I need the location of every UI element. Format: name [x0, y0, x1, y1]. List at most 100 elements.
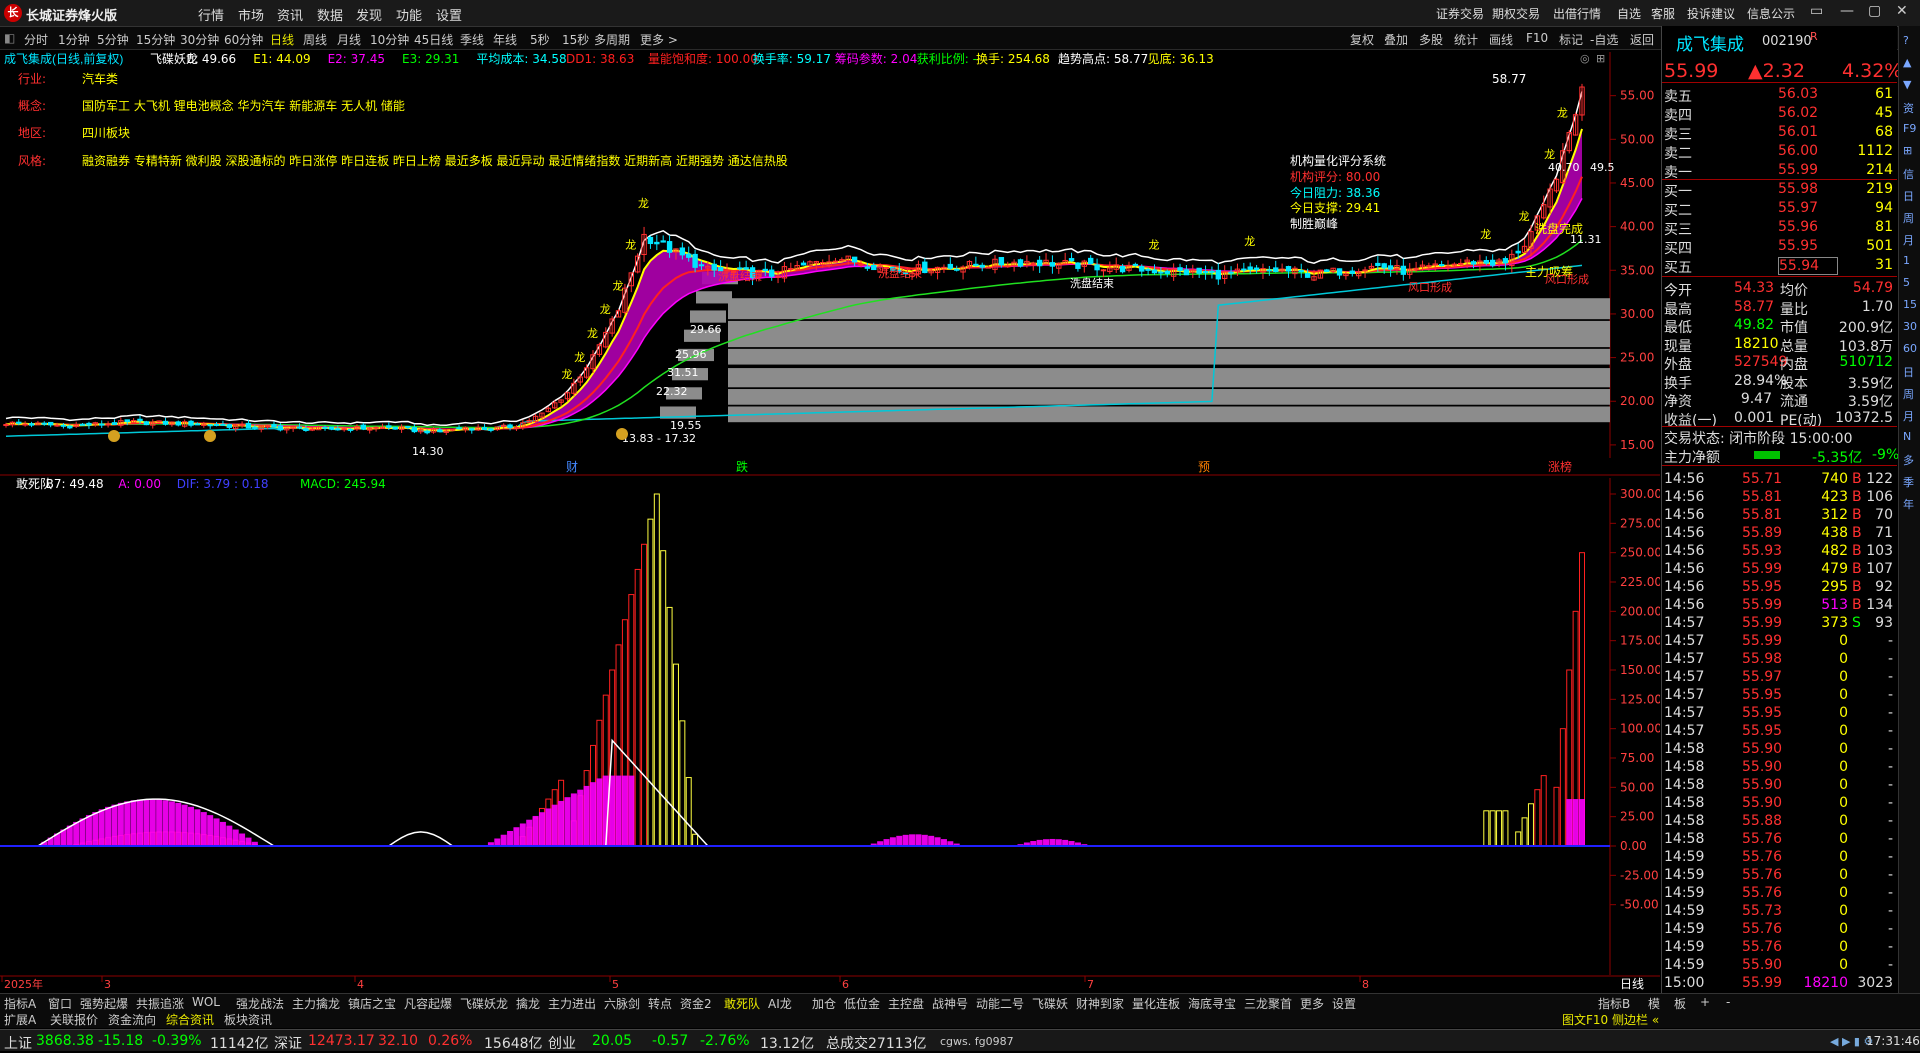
period-5min[interactable]: 5分钟 — [97, 31, 129, 48]
extension-tab[interactable]: 关联报价 — [50, 1011, 98, 1028]
side-tool-icon[interactable]: 信 — [1903, 166, 1914, 182]
period-15sec[interactable]: 15秒 — [562, 31, 589, 48]
side-tool-icon[interactable]: 月 — [1903, 232, 1914, 248]
tick-row[interactable]: 14:57 55.99 373 S 93 — [1662, 615, 1897, 633]
menu-complaint[interactable]: 投诉建议 — [1687, 5, 1735, 22]
side-tool-icon[interactable]: 多 — [1903, 452, 1914, 468]
book-row[interactable]: 买四 55.95 501 — [1662, 238, 1897, 257]
book-row[interactable]: 买二 55.97 94 — [1662, 200, 1897, 219]
event-drop[interactable]: 跌 — [736, 459, 748, 474]
tick-row[interactable]: 14:57 55.98 0 - — [1662, 651, 1897, 669]
menu-options-trade[interactable]: 期权交易 — [1492, 5, 1540, 22]
btn-adjust[interactable]: 复权 — [1350, 31, 1374, 48]
restore-icon[interactable]: ▭ — [1810, 3, 1823, 19]
menu-quotes[interactable]: 行情 — [198, 5, 224, 24]
extension-tab[interactable]: 综合资讯 — [166, 1011, 214, 1028]
minimize-icon[interactable]: — — [1840, 3, 1854, 19]
btn-multistock[interactable]: 多股 — [1419, 31, 1443, 48]
period-quarter[interactable]: 季线 — [460, 31, 484, 48]
tick-row[interactable]: 14:58 55.90 0 - — [1662, 741, 1897, 759]
book-row[interactable]: 卖二 56.00 1112 — [1662, 143, 1897, 162]
tick-row[interactable]: 14:56 55.81 423 B 106 — [1662, 489, 1897, 507]
btn-f10[interactable]: F10 — [1526, 31, 1548, 45]
book-row[interactable]: 买五 55.94 31 — [1662, 257, 1897, 276]
period-monthly[interactable]: 月线 — [337, 31, 361, 48]
tick-row[interactable]: 14:56 55.99 479 B 107 — [1662, 561, 1897, 579]
menu-news[interactable]: 资讯 — [277, 5, 303, 24]
btn-stats[interactable]: 统计 — [1454, 31, 1478, 48]
chart-area[interactable]: 成飞集成(日线,前复权) 飞碟妖龙E: 49.66 E1: 44.09 E2: 37… — [0, 50, 1660, 993]
period-multi[interactable]: 多周期 — [594, 31, 630, 48]
tick-row[interactable]: 14:59 55.76 0 - — [1662, 921, 1897, 939]
side-tool-icon[interactable]: 30 — [1903, 320, 1917, 333]
extension-tab[interactable]: 扩展A — [4, 1011, 36, 1028]
tick-row[interactable]: 14:56 55.93 482 B 103 — [1662, 543, 1897, 561]
tick-row[interactable]: 14:56 55.81 312 B 70 — [1662, 507, 1897, 525]
indicator-tab[interactable]: WOL — [192, 995, 220, 1009]
book-row[interactable]: 卖一 55.99 214 — [1662, 162, 1897, 181]
tick-row[interactable]: 14:57 55.99 0 - — [1662, 633, 1897, 651]
tick-row[interactable]: 14:57 55.95 0 - — [1662, 705, 1897, 723]
tick-row[interactable]: 14:57 55.97 0 - — [1662, 669, 1897, 687]
tick-row[interactable]: 14:59 55.73 0 - — [1662, 903, 1897, 921]
event-limit-list[interactable]: 涨榜 — [1548, 459, 1572, 474]
period-45day[interactable]: 45日线 — [414, 31, 453, 48]
extension-tab[interactable]: 资金流向 — [108, 1011, 156, 1028]
side-tool-icon[interactable]: ▼ — [1903, 78, 1911, 91]
tick-row[interactable]: 14:59 55.76 0 - — [1662, 867, 1897, 885]
book-row[interactable]: 卖三 56.01 68 — [1662, 124, 1897, 143]
tick-row[interactable]: 14:58 55.76 0 - — [1662, 831, 1897, 849]
menu-discover[interactable]: 发现 — [356, 5, 382, 24]
period-10min[interactable]: 10分钟 — [370, 31, 409, 48]
side-tool-icon[interactable]: 年 — [1903, 496, 1914, 512]
tick-row[interactable]: 14:58 55.88 0 - — [1662, 813, 1897, 831]
side-tool-icon[interactable]: 季 — [1903, 474, 1914, 490]
tick-row[interactable]: 14:59 55.76 0 - — [1662, 939, 1897, 957]
side-tool-icon[interactable]: 日 — [1903, 188, 1914, 204]
side-tool-icon[interactable]: 60 — [1903, 342, 1917, 355]
tick-row[interactable]: 14:58 55.90 0 - — [1662, 777, 1897, 795]
btn-overlay[interactable]: 叠加 — [1384, 31, 1408, 48]
tick-row[interactable]: 14:57 55.95 0 - — [1662, 687, 1897, 705]
period-more[interactable]: 更多 > — [640, 31, 678, 48]
f10-tab[interactable]: 图文F10 — [1562, 1011, 1608, 1028]
btn-back[interactable]: 返回 — [1630, 31, 1654, 48]
side-tool-icon[interactable]: 月 — [1903, 408, 1914, 424]
side-tool-icon[interactable]: 5 — [1903, 276, 1910, 289]
period-15min[interactable]: 15分钟 — [136, 31, 175, 48]
period-intraday[interactable]: 分时 — [24, 31, 48, 48]
chart-expand-icon[interactable]: ⊞ — [1596, 52, 1605, 65]
menu-securities-trade[interactable]: 证券交易 — [1436, 5, 1484, 22]
side-tool-icon[interactable]: ▲ — [1903, 56, 1911, 69]
close-icon[interactable]: ✕ — [1896, 3, 1908, 19]
side-tool-icon[interactable]: 周 — [1903, 210, 1914, 226]
sidebar-tab[interactable]: 侧边栏 « — [1612, 1011, 1659, 1028]
side-tool-icon[interactable]: ? — [1903, 34, 1909, 47]
tick-row[interactable]: 14:56 55.95 295 B 92 — [1662, 579, 1897, 597]
side-tool-icon[interactable]: N — [1903, 430, 1911, 443]
tick-row[interactable]: 14:58 55.90 0 - — [1662, 795, 1897, 813]
menu-settings[interactable]: 设置 — [436, 5, 462, 24]
period-yearly[interactable]: 年线 — [493, 31, 517, 48]
menu-lending-quotes[interactable]: 出借行情 — [1553, 5, 1601, 22]
tick-row[interactable]: 14:56 55.89 438 B 71 — [1662, 525, 1897, 543]
tick-row[interactable]: 14:59 55.76 0 - — [1662, 849, 1897, 867]
tick-row[interactable]: 14:56 55.99 513 B 134 — [1662, 597, 1897, 615]
period-5sec[interactable]: 5秒 — [530, 31, 550, 48]
indicator-tab-right[interactable]: + — [1700, 995, 1710, 1009]
extension-tab[interactable]: 板块资讯 — [224, 1011, 272, 1028]
chart-settings-icon[interactable]: ◎ — [1580, 52, 1590, 65]
menu-market[interactable]: 市场 — [238, 5, 264, 24]
panel-toggle-icon[interactable]: ◧ — [4, 31, 15, 45]
side-tool-icon[interactable]: 周 — [1903, 386, 1914, 402]
book-row[interactable]: 买三 55.96 81 — [1662, 219, 1897, 238]
period-daily[interactable]: 日线 — [270, 31, 294, 48]
tick-row[interactable]: 14:59 55.90 0 - — [1662, 957, 1897, 975]
period-1min[interactable]: 1分钟 — [58, 31, 90, 48]
book-row[interactable]: 卖五 56.03 61 — [1662, 86, 1897, 105]
menu-watchlist[interactable]: 自选 — [1617, 5, 1641, 22]
period-weekly[interactable]: 周线 — [303, 31, 327, 48]
btn-draw[interactable]: 画线 — [1489, 31, 1513, 48]
side-tool-icon[interactable]: 日 — [1903, 364, 1914, 380]
period-60min[interactable]: 60分钟 — [224, 31, 263, 48]
